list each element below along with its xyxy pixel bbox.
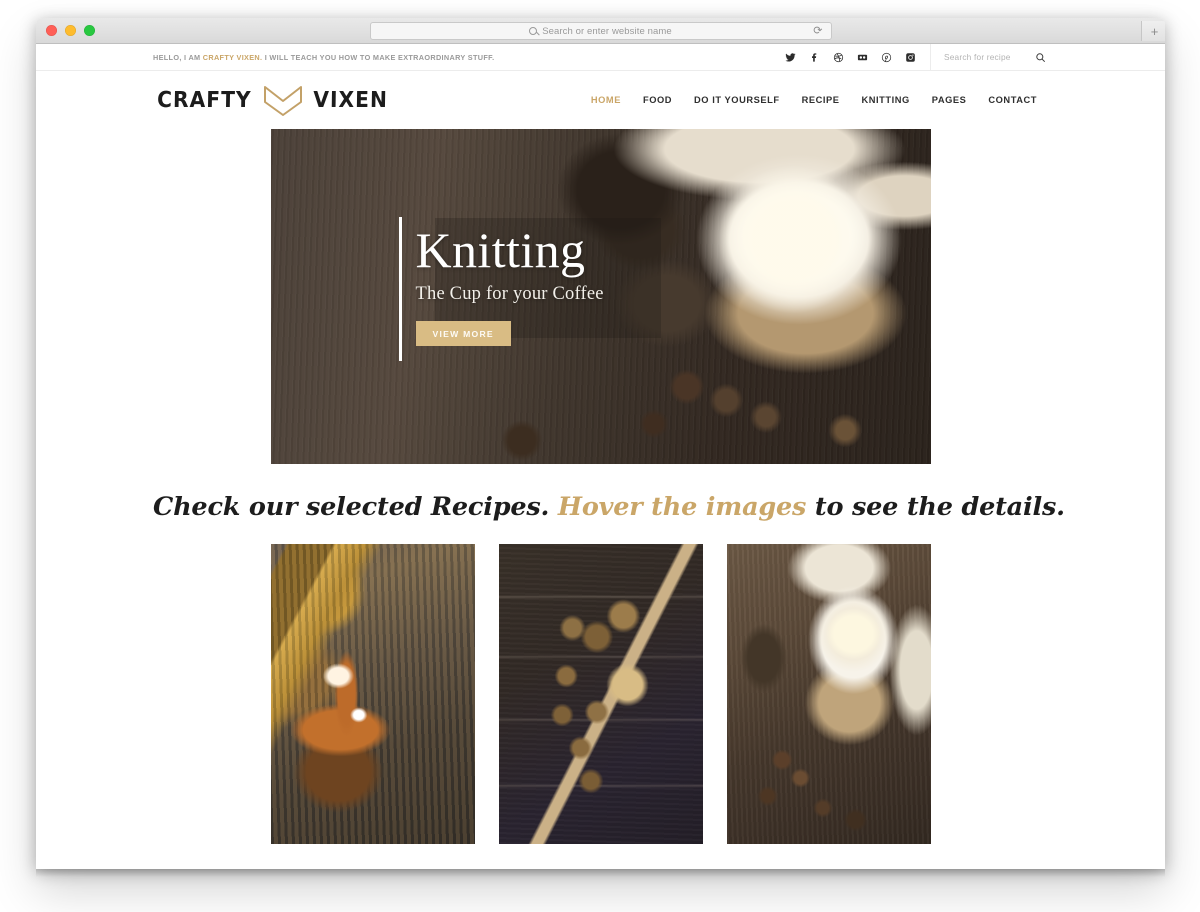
flickr-icon[interactable] bbox=[857, 52, 868, 63]
logo-text-left: CRAFTY bbox=[156, 87, 252, 113]
new-tab-button[interactable]: + bbox=[1141, 21, 1165, 41]
logo-text-right: VIXEN bbox=[312, 87, 388, 113]
minimize-window-button[interactable] bbox=[65, 25, 76, 36]
nav-item-contact[interactable]: CONTACT bbox=[977, 95, 1048, 105]
address-bar[interactable]: Search or enter website name ⟳ bbox=[369, 22, 832, 40]
page-backdrop: Search or enter website name ⟳ + HELLO, … bbox=[0, 0, 1200, 912]
recipe-card-knitted-mug[interactable] bbox=[726, 544, 931, 844]
fox-mark-icon bbox=[263, 85, 303, 116]
recipe-grid bbox=[270, 544, 931, 844]
hero-slider[interactable]: Knitting The Cup for your Coffee VIEW MO… bbox=[270, 129, 931, 464]
topbar-right bbox=[785, 44, 1048, 71]
recipe-image-knitted-mug bbox=[726, 544, 931, 844]
address-bar-placeholder: Search or enter website name bbox=[542, 25, 672, 37]
utility-topbar: HELLO, I AM CRAFTY VIXEN. I WILL TEACH Y… bbox=[36, 44, 1165, 71]
facebook-icon[interactable] bbox=[809, 52, 820, 63]
site-logo[interactable]: CRAFTY VIXEN bbox=[153, 85, 391, 116]
site-viewport: HELLO, I AM CRAFTY VIXEN. I WILL TEACH Y… bbox=[36, 44, 1165, 869]
social-links bbox=[785, 52, 930, 63]
main-navigation: HOME FOOD DO IT YOURSELF RECIPE KNITTING… bbox=[580, 95, 1048, 105]
dribbble-icon[interactable] bbox=[833, 52, 844, 63]
site-tagline: HELLO, I AM CRAFTY VIXEN. I WILL TEACH Y… bbox=[153, 53, 494, 62]
tagline-after: I WILL TEACH YOU HOW TO MAKE EXTRAORDINA… bbox=[262, 52, 495, 62]
recipe-search bbox=[930, 44, 1048, 71]
maximize-window-button[interactable] bbox=[84, 25, 95, 36]
recipe-image-spices bbox=[498, 544, 703, 844]
reload-icon[interactable]: ⟳ bbox=[813, 25, 822, 37]
tagline-before: HELLO, I AM bbox=[153, 52, 203, 62]
pinterest-icon[interactable] bbox=[881, 52, 892, 63]
instagram-icon[interactable] bbox=[905, 52, 916, 63]
close-window-button[interactable] bbox=[46, 25, 57, 36]
recipe-image-caramel-cupcake bbox=[270, 544, 475, 844]
recipes-heading-wrap: Check our selected Recipes. Hover the im… bbox=[153, 464, 1065, 544]
nav-item-recipe[interactable]: RECIPE bbox=[791, 95, 851, 105]
recipes-section: Check our selected Recipes. Hover the im… bbox=[36, 464, 1165, 844]
search-icon bbox=[529, 27, 538, 35]
tagline-brand: CRAFTY VIXEN. bbox=[202, 52, 263, 62]
window-controls bbox=[46, 25, 95, 36]
recipes-heading: Check our selected Recipes. Hover the im… bbox=[153, 492, 1065, 522]
nav-item-food[interactable]: FOOD bbox=[632, 95, 683, 105]
browser-window: Search or enter website name ⟳ + HELLO, … bbox=[36, 18, 1165, 869]
hero-accent-rule bbox=[398, 217, 402, 361]
recipes-heading-highlight: Hover the images bbox=[557, 492, 807, 522]
recipe-card-spices[interactable] bbox=[498, 544, 703, 844]
recipes-heading-part2: to see the details. bbox=[806, 492, 1065, 522]
nav-item-diy[interactable]: DO IT YOURSELF bbox=[683, 95, 791, 105]
browser-titlebar: Search or enter website name ⟳ + bbox=[36, 18, 1165, 44]
site-header: CRAFTY VIXEN HOME FOOD DO IT YOURSELF RE… bbox=[36, 71, 1165, 129]
nav-item-pages[interactable]: PAGES bbox=[921, 95, 978, 105]
hero-content: Knitting The Cup for your Coffee VIEW MO… bbox=[415, 222, 816, 346]
search-submit-button[interactable] bbox=[1035, 52, 1046, 63]
hero-title: Knitting bbox=[415, 222, 586, 278]
twitter-icon[interactable] bbox=[785, 52, 796, 63]
recipe-card-caramel-cupcake[interactable] bbox=[270, 544, 475, 844]
nav-item-knitting[interactable]: KNITTING bbox=[850, 95, 920, 105]
search-input[interactable] bbox=[944, 52, 1016, 62]
nav-item-home[interactable]: HOME bbox=[580, 95, 632, 105]
recipes-heading-part1: Check our selected Recipes. bbox=[153, 492, 558, 522]
window-bottom-shadow bbox=[36, 869, 1165, 877]
hero-subtitle: The Cup for your Coffee bbox=[415, 283, 604, 304]
view-more-button[interactable]: VIEW MORE bbox=[415, 320, 511, 346]
